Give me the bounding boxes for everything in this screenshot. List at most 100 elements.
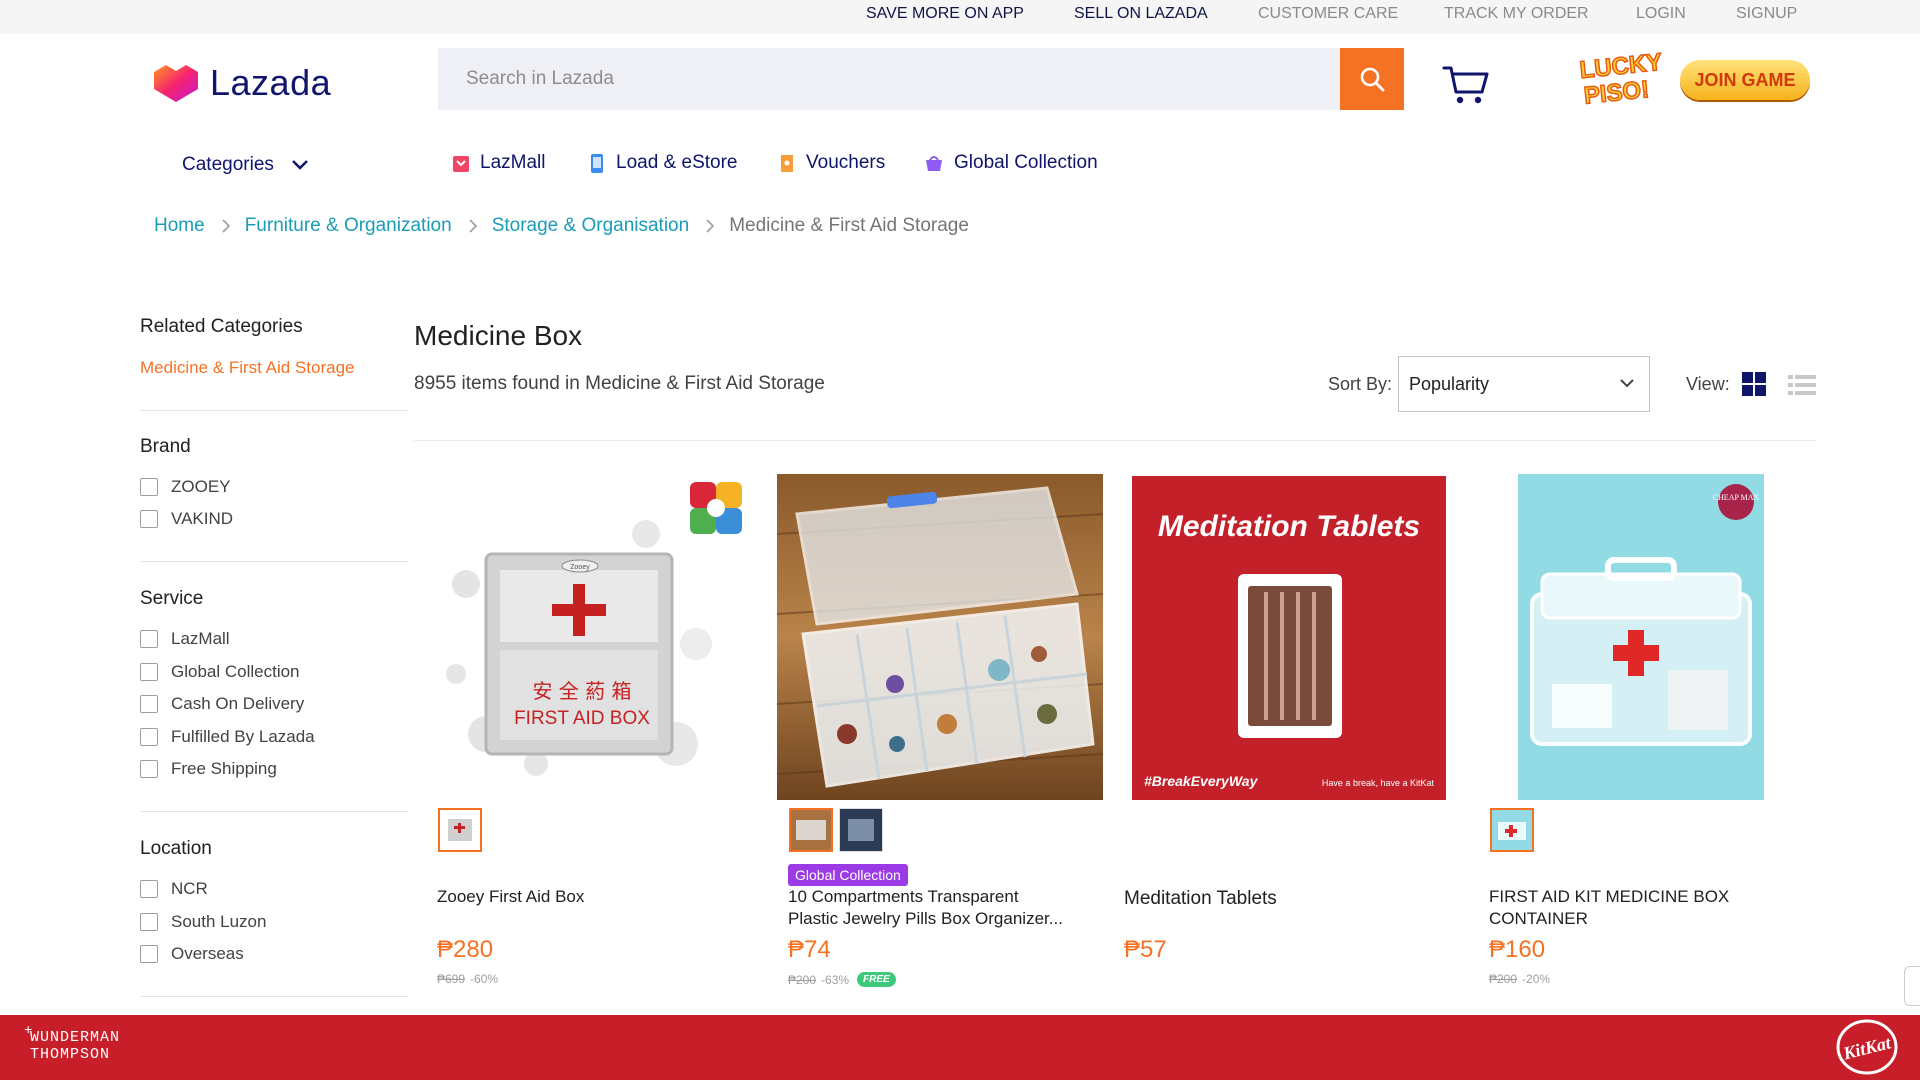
categories-menu[interactable]: Categories — [182, 154, 308, 176]
original-price: ₱200 — [1489, 972, 1518, 986]
image-tagline: Have a break, have a KitKat — [1322, 778, 1435, 788]
thumbnail-image — [791, 810, 831, 850]
global-collection-icon — [926, 156, 942, 171]
product-price: ₱74 — [788, 936, 831, 963]
first-aid-kit-image: CHEAP MAX — [1518, 474, 1764, 800]
checkbox[interactable] — [140, 663, 158, 681]
product-name[interactable]: 10 Compartments Transparent Plastic Jewe… — [788, 886, 1063, 930]
save-more-on-app-link[interactable]: SAVE MORE ON APP — [866, 5, 1024, 23]
discount-percent: -63% — [821, 972, 850, 987]
location-option-south-luzon[interactable]: South Luzon — [140, 912, 266, 932]
nav-load-estore[interactable]: Load & eStore — [588, 152, 737, 174]
agency-line: WUNDERMAN — [30, 1029, 121, 1046]
sort-label: Sort By: — [1328, 374, 1393, 394]
free-shipping-badge: FREE — [857, 972, 896, 987]
lazada-logo[interactable]: Lazada — [152, 62, 331, 104]
pill-organizer-image — [777, 474, 1103, 800]
breadcrumb-furniture[interactable]: Furniture & Organization — [245, 215, 452, 237]
product-image[interactable]: Zooey 安 全 葯 箱 FIRST AID BOX — [426, 474, 756, 800]
nav-global-collection[interactable]: Global Collection — [924, 152, 1098, 174]
product-price: ₱280 — [437, 936, 494, 963]
option-label: ZOOEY — [171, 477, 231, 496]
product-original-price: ₱200 -63% FREE — [788, 972, 896, 987]
product-name[interactable]: Meditation Tablets — [1124, 888, 1277, 910]
image-headline: Meditation Tablets — [1158, 510, 1420, 543]
customer-care-link[interactable]: CUSTOMER CARE — [1258, 5, 1398, 23]
checkbox[interactable] — [140, 945, 158, 963]
checkbox[interactable] — [140, 913, 158, 931]
join-game-button[interactable]: JOIN GAME — [1680, 60, 1810, 100]
discount-percent: -60% — [470, 972, 499, 986]
product-name[interactable]: Zooey First Aid Box — [437, 886, 584, 908]
top-utility-bar: SAVE MORE ON APP SELL ON LAZADA CUSTOMER… — [0, 0, 1920, 34]
global-collection-badge: Global Collection — [788, 864, 908, 886]
nav-vouchers[interactable]: Vouchers — [778, 152, 885, 174]
view-label: View: — [1686, 374, 1730, 394]
checkbox[interactable] — [140, 880, 158, 898]
product-original-price: ₱699 -60% — [437, 972, 498, 986]
track-my-order-link[interactable]: TRACK MY ORDER — [1444, 5, 1589, 23]
product-thumbnail[interactable] — [789, 808, 833, 852]
search-input[interactable] — [438, 68, 1338, 90]
location-option-overseas[interactable]: Overseas — [140, 944, 244, 964]
service-option-cod[interactable]: Cash On Delivery — [140, 694, 304, 714]
product-image[interactable] — [777, 474, 1103, 800]
nav-lazmall[interactable]: LazMall — [452, 152, 545, 174]
breadcrumb-home[interactable]: Home — [154, 215, 205, 237]
chevron-right-icon — [222, 219, 230, 233]
thumbnail-image — [1492, 810, 1532, 850]
checkbox[interactable] — [140, 760, 158, 778]
option-label: Global Collection — [171, 662, 300, 681]
lazmall-icon — [453, 156, 469, 172]
option-label: Free Shipping — [171, 759, 277, 778]
product-thumbnail[interactable] — [839, 808, 883, 852]
kitkat-logo: KitKat — [1836, 1019, 1898, 1075]
nav-load-estore-label: Load & eStore — [616, 152, 738, 173]
main-divider — [414, 440, 1816, 441]
checkbox[interactable] — [140, 630, 158, 648]
zooey-label: Zooey — [570, 564, 590, 571]
service-option-fulfilled[interactable]: Fulfilled By Lazada — [140, 727, 315, 747]
product-thumbnail[interactable] — [1490, 808, 1534, 852]
sort-select[interactable]: Popularity — [1398, 356, 1650, 412]
brand-option-vakind[interactable]: VAKIND — [140, 509, 233, 529]
product-name[interactable]: FIRST AID KIT MEDICINE BOX CONTAINER — [1489, 886, 1729, 930]
breadcrumb-storage[interactable]: Storage & Organisation — [492, 215, 690, 237]
checkbox[interactable] — [140, 728, 158, 746]
login-link[interactable]: LOGIN — [1636, 5, 1686, 23]
search-button[interactable] — [1340, 48, 1404, 110]
checkbox[interactable] — [140, 695, 158, 713]
list-view-icon[interactable] — [1788, 374, 1816, 396]
service-option-lazmall[interactable]: LazMall — [140, 629, 230, 649]
location-option-ncr[interactable]: NCR — [140, 879, 208, 899]
product-thumbnail[interactable] — [438, 808, 482, 852]
chinese-label: 安 全 葯 箱 — [532, 679, 631, 703]
service-option-global-collection[interactable]: Global Collection — [140, 662, 300, 682]
checkbox[interactable] — [140, 478, 158, 496]
search-icon — [1360, 67, 1385, 92]
related-category-link[interactable]: Medicine & First Aid Storage — [140, 358, 354, 378]
cart-icon[interactable] — [1442, 62, 1490, 106]
product-name-line: FIRST AID KIT MEDICINE BOX — [1489, 887, 1730, 906]
grid-view-icon[interactable] — [1742, 372, 1766, 396]
service-option-free-shipping[interactable]: Free Shipping — [140, 759, 277, 779]
original-price: ₱699 — [437, 972, 466, 986]
thumbnail-image — [440, 810, 480, 850]
sell-on-lazada-link[interactable]: SELL ON LAZADA — [1074, 5, 1208, 23]
brand-option-zooey[interactable]: ZOOEY — [140, 477, 231, 497]
feedback-tab[interactable] — [1904, 966, 1920, 1006]
seller-badge-text: CHEAP MAX — [1713, 493, 1760, 502]
product-image[interactable]: Meditation Tablets #BreakEveryWay Have a… — [1126, 474, 1452, 800]
signup-link[interactable]: SIGNUP — [1736, 5, 1797, 23]
product-image[interactable]: CHEAP MAX — [1518, 474, 1764, 800]
lucky-piso-logo[interactable]: LUCKY PISO! — [1572, 50, 1668, 106]
product-name-line: CONTAINER — [1489, 909, 1588, 928]
search-bar — [438, 48, 1404, 110]
product-price: ₱160 — [1489, 936, 1546, 963]
voucher-icon — [781, 155, 793, 172]
nav-global-collection-label: Global Collection — [954, 152, 1098, 173]
phone-icon — [591, 154, 603, 173]
checkbox[interactable] — [140, 510, 158, 528]
image-hashtag: #BreakEveryWay — [1144, 773, 1259, 789]
location-filter-title: Location — [140, 838, 212, 859]
